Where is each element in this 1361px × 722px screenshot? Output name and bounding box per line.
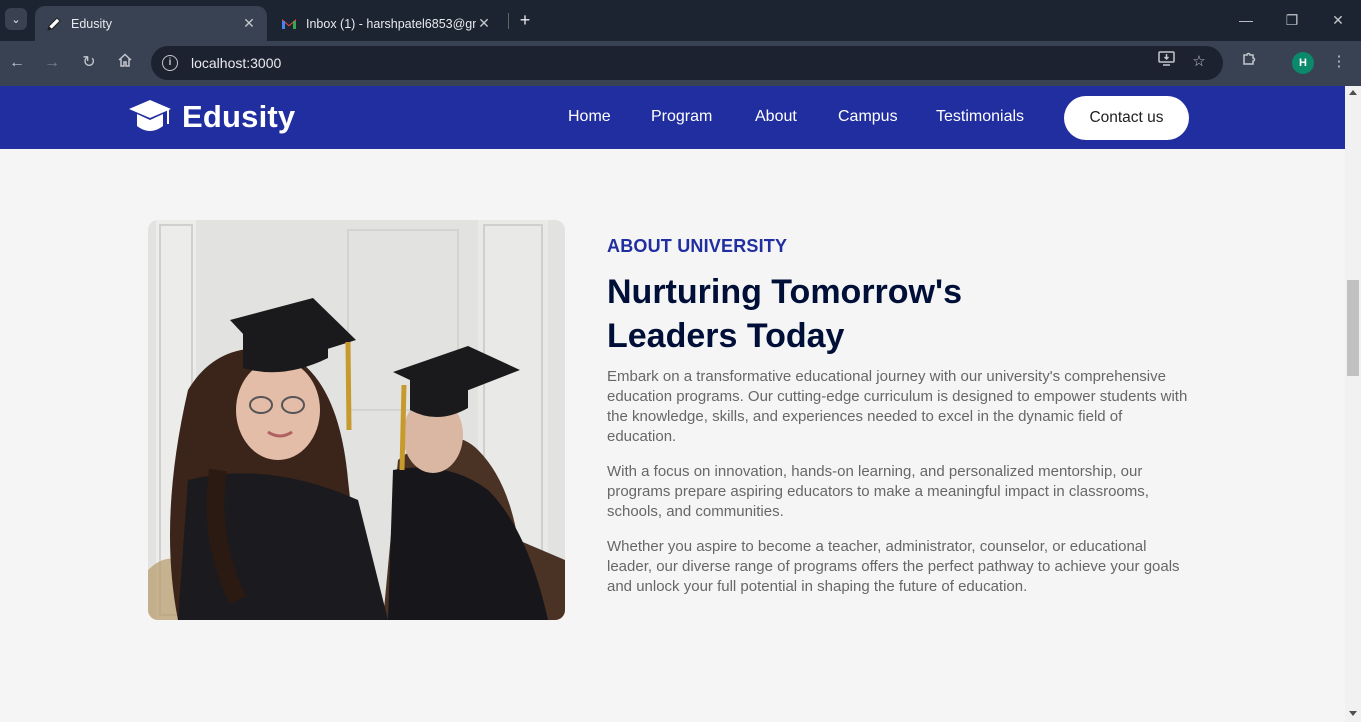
tab-edusity[interactable]: Edusity ✕ — [35, 6, 267, 41]
profile-avatar[interactable]: H — [1292, 52, 1314, 74]
nav-program[interactable]: Program — [651, 108, 712, 126]
scroll-down-arrow-icon[interactable] — [1349, 711, 1357, 716]
page-scrollbar[interactable] — [1345, 86, 1361, 722]
gmail-favicon-icon — [280, 15, 298, 33]
site-navbar: Edusity Home Program About Campus Testim… — [0, 86, 1345, 149]
new-tab-plus-icon[interactable]: + — [514, 9, 536, 31]
extensions-puzzle-icon[interactable] — [1238, 51, 1260, 73]
scroll-up-arrow-icon[interactable] — [1349, 90, 1357, 95]
nav-about[interactable]: About — [755, 108, 797, 126]
back-arrow-icon[interactable]: ← — [5, 51, 29, 75]
brand-logo[interactable]: Edusity — [128, 98, 295, 136]
page-viewport: Edusity Home Program About Campus Testim… — [0, 86, 1345, 722]
tab-search-chevron-icon[interactable]: ⌄ — [5, 8, 27, 30]
about-title: Nurturing Tomorrow's Leaders Today — [607, 273, 962, 355]
tab-close-icon[interactable]: ✕ — [241, 15, 257, 32]
address-bar[interactable]: i localhost:3000 — [151, 46, 1223, 80]
tab-close-icon[interactable]: ✕ — [476, 15, 492, 32]
browser-toolbar: ← → ↻ i localhost:3000 ☆ H ⋮ — [0, 41, 1361, 86]
reload-icon[interactable]: ↻ — [77, 51, 101, 75]
nav-home[interactable]: Home — [568, 108, 611, 126]
about-paragraph: Embark on a transformative educational j… — [607, 368, 1188, 445]
url-text: localhost:3000 — [191, 55, 282, 71]
minimize-icon[interactable]: — — [1231, 8, 1261, 32]
forward-arrow-icon[interactable]: → — [40, 51, 64, 75]
brand-name: Edusity — [182, 99, 296, 134]
kebab-menu-icon[interactable]: ⋮ — [1328, 51, 1350, 73]
contact-us-button[interactable]: Contact us — [1064, 96, 1189, 140]
tab-title: Edusity — [71, 16, 112, 31]
about-paragraph: With a focus on innovation, hands-on lea… — [607, 463, 1149, 520]
graduation-cap-icon — [129, 100, 171, 131]
scrollbar-thumb[interactable] — [1347, 280, 1359, 376]
tab-gmail[interactable]: Inbox (1) - harshpatel6853@gmail.com ✕ — [270, 6, 502, 41]
close-window-icon[interactable]: ✕ — [1323, 8, 1353, 32]
bookmark-star-icon[interactable]: ☆ — [1188, 51, 1210, 73]
about-subtitle: ABOUT UNIVERSITY — [607, 236, 788, 256]
home-icon[interactable] — [113, 51, 137, 75]
tab-title: Inbox (1) - harshpatel6853@gmail.com — [306, 16, 476, 31]
site-info-icon[interactable]: i — [162, 55, 178, 71]
nav-campus[interactable]: Campus — [838, 108, 898, 126]
browser-tab-bar: ⌄ Edusity ✕ Inbox (1) - harshpatel6853@g… — [0, 0, 1361, 41]
graduates-photo — [148, 220, 565, 620]
install-app-icon[interactable] — [1155, 51, 1177, 73]
tab-separator — [508, 13, 509, 29]
about-paragraph: Whether you aspire to become a teacher, … — [607, 538, 1180, 595]
pencil-favicon-icon — [45, 15, 63, 33]
restore-icon[interactable]: ❐ — [1277, 8, 1307, 32]
nav-testimonials[interactable]: Testimonials — [936, 108, 1024, 126]
